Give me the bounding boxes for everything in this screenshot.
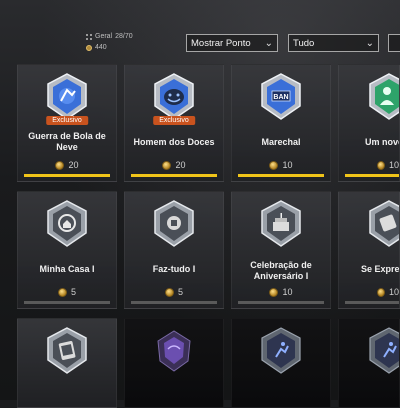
points-value: 10 <box>388 160 399 170</box>
progress-bar <box>24 174 110 177</box>
achievement-card[interactable]: Minha Casa I 5 <box>17 191 117 309</box>
achievement-title: Se Expres <box>361 264 400 274</box>
progress-fill <box>131 174 217 177</box>
purple-helmet-icon <box>152 327 196 375</box>
achievement-card[interactable] <box>231 318 331 408</box>
type-dropdown[interactable]: Tudo ⌄ <box>288 34 379 52</box>
progress-bar <box>345 174 399 177</box>
achievement-card[interactable]: Faz-tudo I 5 <box>124 191 224 309</box>
general-label: Geral <box>95 33 113 40</box>
points-value: 10 <box>282 160 293 170</box>
header: Geral 28/70 440 Mostrar Ponto ⌄ Tudo ⌄ <box>0 0 400 62</box>
achievement-title: Faz-tudo I <box>152 264 196 274</box>
progress-fill <box>345 174 399 177</box>
achievement-points: 5 <box>125 287 223 297</box>
achievement-title: Minha Casa I <box>39 264 95 274</box>
achievement-card[interactable]: Exclusivo Guerra de Bola de Neve 20 <box>17 64 117 182</box>
achievement-points: 10 <box>232 160 330 170</box>
achievement-title: Um novo <box>365 137 400 147</box>
progress-bar <box>131 301 217 304</box>
coin-icon <box>164 287 174 297</box>
achievement-points: 10 <box>339 287 399 297</box>
type-dropdown-label: Tudo <box>293 37 315 49</box>
coin-icon <box>55 160 65 170</box>
achievement-card[interactable]: Exclusivo Homem dos Doces 20 <box>124 64 224 182</box>
points-value: 20 <box>68 160 79 170</box>
achievement-title: Celebração de Aniversário I <box>250 260 312 281</box>
coin-icon <box>269 287 279 297</box>
tablet-icon <box>45 327 89 375</box>
achievement-stats: Geral 28/70 440 <box>86 31 133 53</box>
achievement-title: Guerra de Bola de Neve <box>28 131 106 152</box>
chevron-down-icon: ⌄ <box>264 38 273 49</box>
achievement-title: Marechal <box>261 137 301 147</box>
speech-icon <box>367 200 399 248</box>
sort-dropdown[interactable]: Mostrar Ponto ⌄ <box>186 34 278 52</box>
runner-icon <box>259 327 303 375</box>
coin-icon <box>377 160 385 170</box>
coin-icon <box>57 287 67 297</box>
coin-icon <box>86 44 92 51</box>
svg-text:BAN: BAN <box>273 94 288 101</box>
extra-filter-dropdown[interactable] <box>388 34 400 52</box>
achievement-points: 10 <box>339 160 399 170</box>
achievement-card[interactable]: Um novo 10 <box>338 64 400 182</box>
achievement-points: 5 <box>18 287 116 297</box>
snowball-fighter-icon <box>45 73 89 121</box>
pumpkin-icon <box>152 73 196 121</box>
sort-dropdown-label: Mostrar Ponto <box>191 37 251 49</box>
progress-fill <box>238 174 324 177</box>
achievement-card[interactable]: Se Expres 10 <box>338 191 400 309</box>
achievement-card[interactable] <box>124 318 224 408</box>
runner-icon <box>367 327 399 375</box>
achievement-points: 20 <box>18 160 116 170</box>
progress-bar <box>238 174 324 177</box>
points-value: 5 <box>177 287 183 297</box>
coin-icon <box>269 160 279 170</box>
achievement-card[interactable]: BAN Marechal 10 <box>231 64 331 182</box>
progress-bar <box>131 174 217 177</box>
house-icon <box>45 200 89 248</box>
progress-bar <box>238 301 324 304</box>
handyman-icon <box>152 200 196 248</box>
points-value: 20 <box>175 160 186 170</box>
points-value: 5 <box>70 287 76 297</box>
grid-icon <box>86 33 92 40</box>
birthday-cake-icon <box>259 200 303 248</box>
coin-icon <box>377 287 385 297</box>
achievement-points: 10 <box>232 287 330 297</box>
marshal-badge-icon: BAN <box>259 73 303 121</box>
achievement-card[interactable]: Celebração de Aniversário I 10 <box>231 191 331 309</box>
chevron-down-icon: ⌄ <box>365 38 374 49</box>
points-value: 10 <box>388 287 399 297</box>
coin-icon <box>162 160 172 170</box>
progress-bar <box>345 301 399 304</box>
coin-count: 440 <box>95 44 107 51</box>
achievement-card[interactable] <box>17 318 117 408</box>
achievement-card[interactable] <box>338 318 400 408</box>
exclusive-tag: Exclusivo <box>46 116 88 125</box>
general-value: 28/70 <box>115 33 133 40</box>
achievement-points: 20 <box>125 160 223 170</box>
points-value: 10 <box>282 287 293 297</box>
progress-bar <box>24 301 110 304</box>
achievement-title: Homem dos Doces <box>133 137 215 147</box>
progress-fill <box>24 174 110 177</box>
new-player-icon <box>367 73 399 121</box>
exclusive-tag: Exclusivo <box>153 116 195 125</box>
